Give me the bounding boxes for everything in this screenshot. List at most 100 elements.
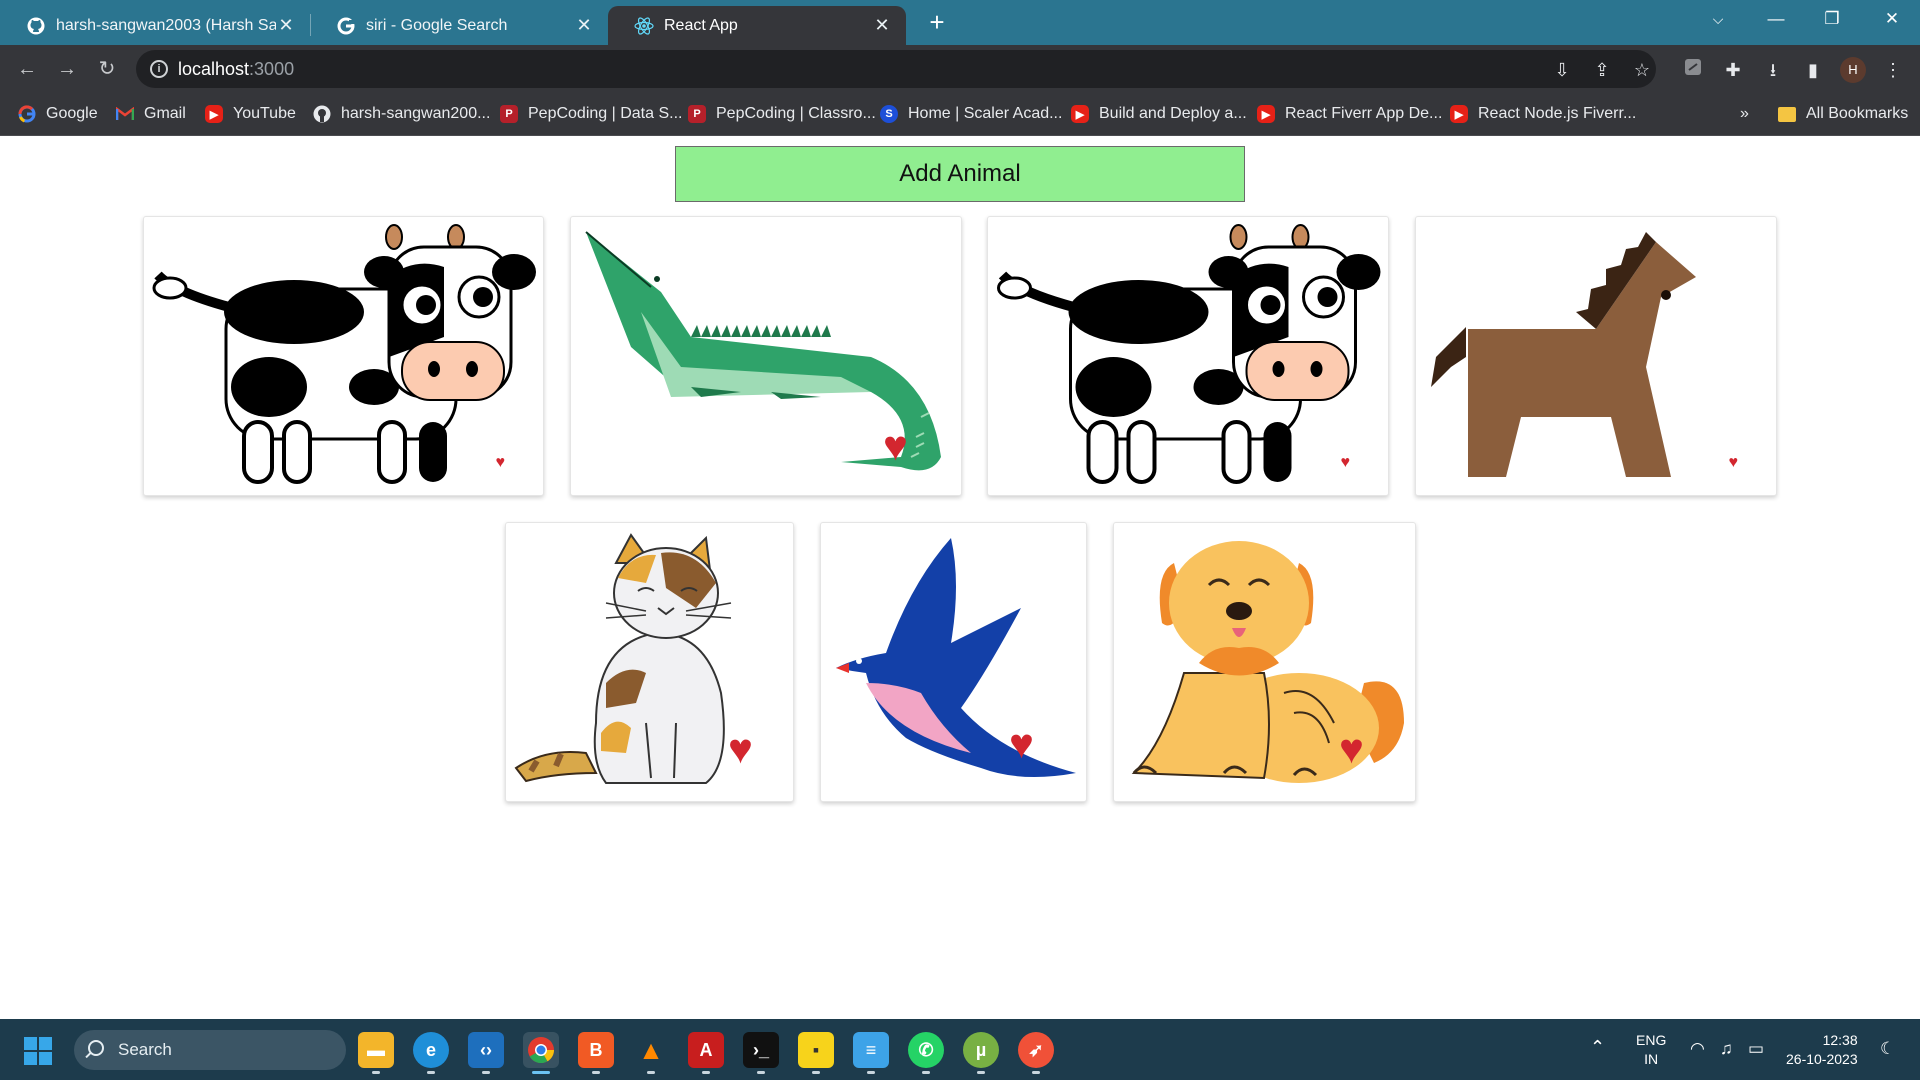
animal-card-bird[interactable]: ♥ <box>820 522 1087 802</box>
taskbar-search[interactable]: Search <box>74 1030 346 1070</box>
new-tab-button[interactable]: + <box>922 8 952 38</box>
restore-icon[interactable]: ❐ <box>1804 0 1860 38</box>
reload-icon[interactable]: ↻ <box>92 54 122 84</box>
menu-kebab-icon[interactable]: ⋮ <box>1880 57 1906 83</box>
minimize-icon[interactable]: — <box>1748 0 1804 38</box>
close-tab-icon[interactable]: ✕ <box>872 15 892 36</box>
bookmarks-overflow-button[interactable]: » <box>1740 102 1749 126</box>
wifi-icon[interactable]: ◠ <box>1690 1039 1705 1059</box>
all-bookmarks[interactable]: All Bookmarks <box>1778 102 1908 126</box>
battery-icon[interactable]: ▭ <box>1748 1039 1764 1059</box>
bookmark-label: PepCoding | Classro... <box>716 105 876 122</box>
install-app-icon[interactable]: ⇩ <box>1550 58 1574 82</box>
github-icon <box>313 105 331 123</box>
google-icon <box>336 16 356 36</box>
bookmark-pepcoding-data[interactable]: P PepCoding | Data S... <box>500 102 682 126</box>
show-hidden-icons-chevron[interactable]: ⌃ <box>1590 1037 1605 1058</box>
sticky-notes-icon[interactable]: ▪ <box>798 1032 834 1074</box>
animal-card-cow[interactable]: ♥ <box>987 216 1389 496</box>
folder-icon <box>1778 106 1796 122</box>
notifications-icon[interactable]: ☾ <box>1880 1039 1895 1059</box>
bookmark-google[interactable]: Google <box>18 102 98 126</box>
vscode-icon[interactable]: ‹› <box>468 1032 504 1074</box>
horse-image <box>1431 232 1696 477</box>
close-tab-icon[interactable]: ✕ <box>574 15 594 36</box>
animal-card-cow[interactable]: ♥ <box>143 216 544 496</box>
bookmark-label: PepCoding | Data S... <box>528 105 683 122</box>
tab-react-app[interactable]: React App ✕ <box>608 6 906 45</box>
search-icon <box>88 1040 104 1056</box>
url-port: :3000 <box>249 59 295 79</box>
windows-start-icon[interactable] <box>24 1037 52 1065</box>
clock[interactable]: 12:38 26-10-2023 <box>1786 1031 1858 1069</box>
bookmark-react-fiverr[interactable]: ▶ React Fiverr App De... <box>1257 102 1442 126</box>
bookmark-label: Home | Scaler Acad... <box>908 105 1063 122</box>
edge-icon[interactable]: e <box>413 1032 449 1074</box>
close-window-icon[interactable]: ✕ <box>1864 0 1920 38</box>
tab-github[interactable]: harsh-sangwan2003 (Harsh Sangwan) ✕ <box>0 6 310 45</box>
bookmark-build-deploy[interactable]: ▶ Build and Deploy a... <box>1071 102 1247 126</box>
extension-icon[interactable] <box>1680 57 1706 83</box>
favorite-heart-icon[interactable]: ♥ <box>883 425 908 467</box>
bookmark-label: Build and Deploy a... <box>1099 105 1247 122</box>
bookmark-gmail[interactable]: Gmail <box>116 102 186 126</box>
terminal-icon[interactable]: ›_ <box>743 1032 779 1074</box>
youtube-icon: ▶ <box>1450 105 1468 123</box>
all-bookmarks-label: All Bookmarks <box>1806 105 1909 122</box>
notepad-icon[interactable]: ≡ <box>853 1032 889 1074</box>
volume-icon[interactable]: ♫ <box>1720 1039 1733 1059</box>
google-icon <box>18 105 36 123</box>
cow-image <box>997 224 1381 484</box>
whatsapp-icon[interactable]: ✆ <box>908 1032 944 1074</box>
bookmark-react-node[interactable]: ▶ React Node.js Fiverr... <box>1450 102 1636 126</box>
share-icon[interactable]: ⇪ <box>1590 58 1614 82</box>
animal-card-dog[interactable]: ♥ <box>1113 522 1416 802</box>
bookmark-scaler[interactable]: S Home | Scaler Acad... <box>880 102 1062 126</box>
favorite-heart-icon[interactable]: ♥ <box>1009 723 1034 765</box>
react-icon <box>634 16 654 36</box>
pepcoding-icon: P <box>688 105 706 123</box>
favorite-heart-icon[interactable]: ♥ <box>1341 455 1351 471</box>
profile-avatar[interactable]: H <box>1840 57 1866 83</box>
region-code: IN <box>1644 1051 1659 1067</box>
clock-time: 12:38 <box>1822 1032 1858 1048</box>
favorite-heart-icon[interactable]: ♥ <box>496 455 506 471</box>
utorrent-icon[interactable]: µ <box>963 1032 999 1074</box>
bookmarks-bar: Google Gmail ▶ YouTube harsh-sangwan200.… <box>0 93 1920 136</box>
dog-image <box>1131 541 1404 783</box>
side-panel-icon[interactable]: ▮ <box>1800 57 1826 83</box>
bookmark-star-icon[interactable]: ☆ <box>1630 58 1654 82</box>
url-host: localhost <box>178 59 250 79</box>
back-icon[interactable]: ← <box>12 54 42 84</box>
animal-card-horse[interactable]: ♥ <box>1415 216 1777 496</box>
chrome-icon[interactable] <box>523 1032 559 1074</box>
animal-card-gator[interactable]: ♥ <box>570 216 962 496</box>
bookmark-youtube[interactable]: ▶ YouTube <box>205 102 296 126</box>
bookmark-pepcoding-classroom[interactable]: P PepCoding | Classro... <box>688 102 876 126</box>
favorite-heart-icon[interactable]: ♥ <box>1339 728 1364 770</box>
language-indicator[interactable]: ENG IN <box>1636 1031 1666 1069</box>
swift-icon[interactable]: ➶ <box>1018 1032 1054 1074</box>
search-label: Search <box>118 1040 172 1059</box>
favorite-heart-icon[interactable]: ♥ <box>1729 455 1739 471</box>
forward-icon[interactable]: → <box>52 54 82 84</box>
site-info-icon[interactable]: i <box>150 60 168 78</box>
brave-icon[interactable]: B <box>578 1032 614 1074</box>
vlc-icon[interactable]: ▲ <box>633 1032 669 1074</box>
downloads-icon[interactable]: ⭳ <box>1760 57 1786 83</box>
favorite-heart-icon[interactable]: ♥ <box>728 728 753 770</box>
cow-image <box>152 224 536 484</box>
tab-google-search[interactable]: siri - Google Search ✕ <box>310 6 608 45</box>
puzzle-icon[interactable]: ✚ <box>1720 57 1746 83</box>
bookmark-label: Gmail <box>144 105 186 122</box>
tab-search-chevron-icon[interactable]: ⌵ <box>1690 0 1746 38</box>
add-animal-button[interactable]: Add Animal <box>675 146 1245 202</box>
file-explorer-icon[interactable]: ▬ <box>358 1032 394 1074</box>
youtube-icon: ▶ <box>205 105 223 123</box>
animal-card-cat[interactable]: ♥ <box>505 522 794 802</box>
close-tab-icon[interactable]: ✕ <box>276 15 296 36</box>
acrobat-icon[interactable]: A <box>688 1032 724 1074</box>
bookmark-github[interactable]: harsh-sangwan200... <box>313 102 490 126</box>
address-bar[interactable]: i localhost:3000 ⇩ ⇪ ☆ <box>136 50 1656 88</box>
windows-taskbar: Search ▬ e ‹› B ▲ A ›_ ▪ ≡ ✆ µ ➶ ⌃ ENG I… <box>0 1019 1920 1080</box>
